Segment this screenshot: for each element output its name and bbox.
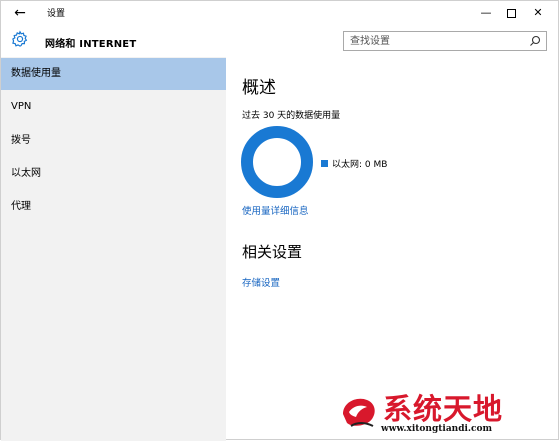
title-bar: ← 设置 — ✕ <box>1 1 558 25</box>
watermark-url: www.xitongtiandi.com <box>381 424 493 434</box>
back-arrow-icon: ← <box>14 5 26 21</box>
usage-donut-chart <box>241 126 313 198</box>
related-settings-heading: 相关设置 <box>242 243 303 261</box>
search-input[interactable] <box>350 34 520 48</box>
settings-window: ← 设置 — ✕ 网络和 INTERNET 数据使用量 VPN 拨号 以太网 代… <box>0 0 559 441</box>
legend-swatch <box>321 160 328 167</box>
maximize-icon <box>506 8 516 18</box>
main-content: 概述 过去 30 天的数据使用量 以太网: 0 MB 使用量详细信息 相关设置 … <box>226 57 558 441</box>
donut-ring-ethernet <box>241 126 313 198</box>
legend-label: 以太网: 0 MB <box>332 160 388 170</box>
window-title: 设置 <box>47 9 66 19</box>
sidebar-item-ethernet[interactable]: 以太网 <box>1 158 226 190</box>
sidebar-item-vpn[interactable]: VPN <box>1 91 226 123</box>
page-title: 网络和 INTERNET <box>45 39 137 50</box>
page-header: 网络和 INTERNET <box>1 25 558 57</box>
sidebar-item-data-usage[interactable]: 数据使用量 <box>1 58 226 90</box>
sidebar-item-proxy[interactable]: 代理 <box>1 191 226 223</box>
usage-period-label: 过去 30 天的数据使用量 <box>242 111 341 121</box>
overview-heading: 概述 <box>242 78 276 98</box>
search-icon[interactable] <box>529 35 541 47</box>
minimize-button[interactable]: — <box>473 3 499 23</box>
watermark-logo-icon <box>343 398 375 427</box>
watermark: 系统天地 www.xitongtiandi.com <box>339 386 555 438</box>
watermark-brand: 系统天地 <box>383 392 504 426</box>
sidebar-item-dialup[interactable]: 拨号 <box>1 125 226 157</box>
sidebar-nav: 数据使用量 VPN 拨号 以太网 代理 <box>1 57 226 441</box>
usage-details-link[interactable]: 使用量详细信息 <box>242 203 309 217</box>
usage-legend: 以太网: 0 MB <box>321 157 387 170</box>
maximize-button[interactable] <box>498 3 524 23</box>
storage-settings-link[interactable]: 存储设置 <box>242 275 280 289</box>
back-button[interactable]: ← <box>9 3 31 23</box>
gear-icon <box>12 30 28 47</box>
close-button[interactable]: ✕ <box>525 3 551 23</box>
search-box[interactable] <box>343 31 547 51</box>
